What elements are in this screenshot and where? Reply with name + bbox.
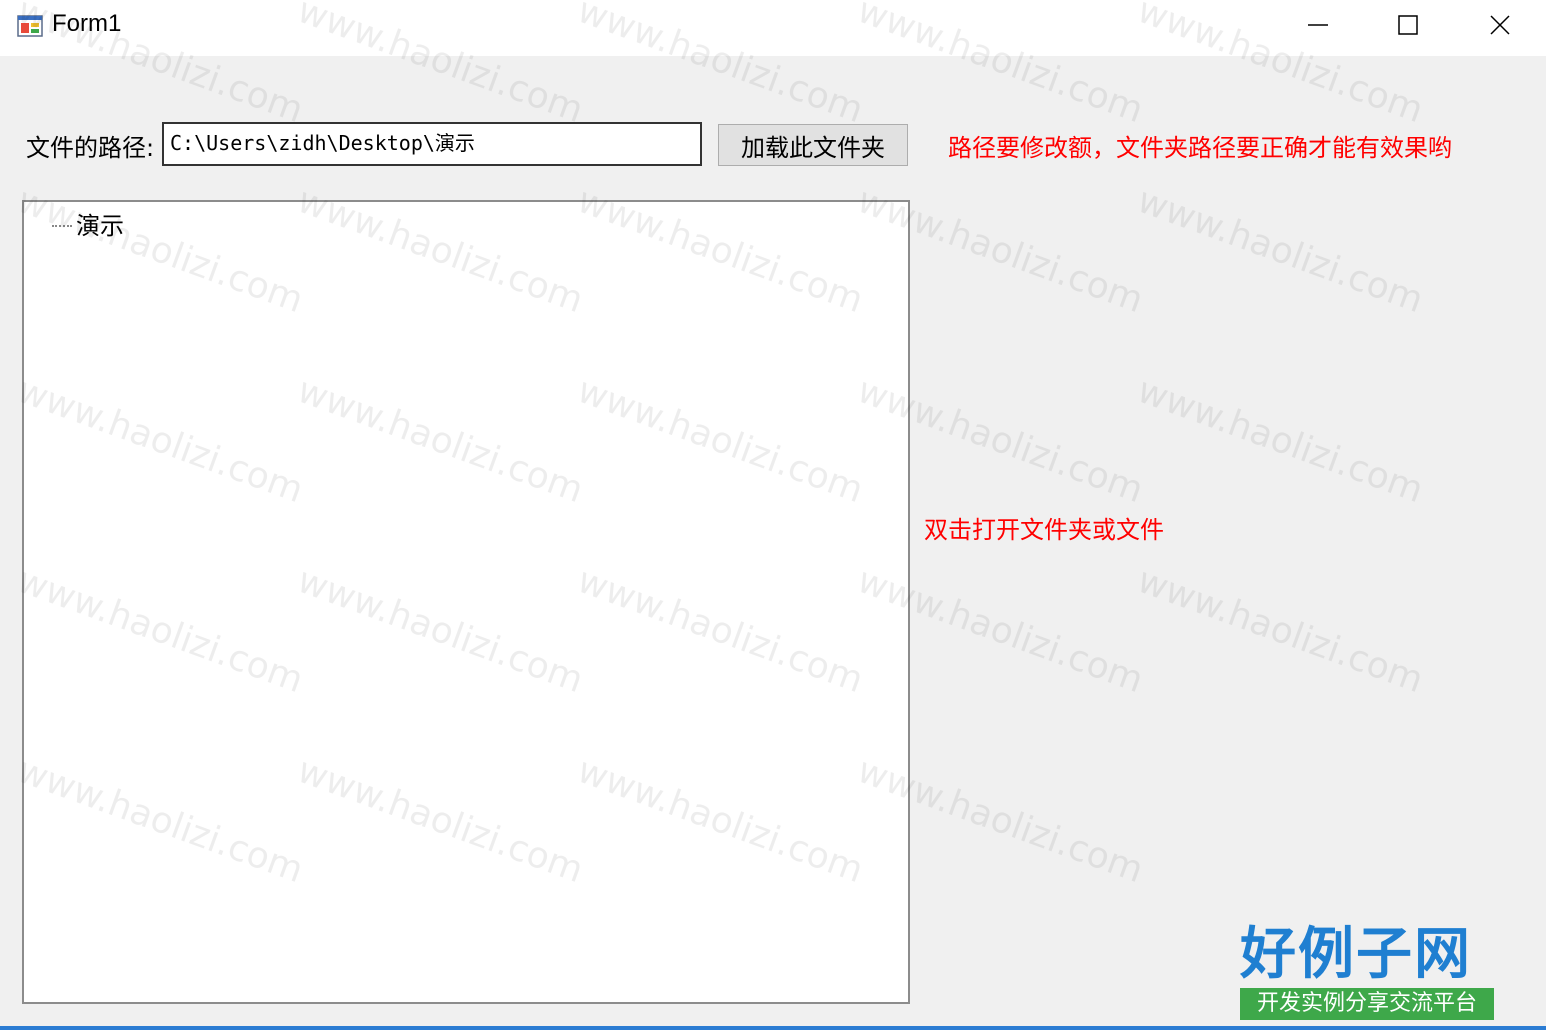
window-bottom-border [0, 1026, 1546, 1030]
load-folder-button[interactable]: 加载此文件夹 [718, 124, 908, 166]
app-icon [17, 15, 43, 37]
tree-node-label: 演示 [76, 212, 124, 240]
watermark-text: www.haolizi.com [1132, 369, 1429, 512]
path-hint-label: 路径要修改额，文件夹路径要正确才能有效果哟 [948, 134, 1452, 162]
logo-sub-text: 开发实例分享交流平台 [1240, 988, 1494, 1020]
minimize-button[interactable] [1272, 0, 1364, 50]
watermark-text: www.haolizi.com [1132, 559, 1429, 702]
path-label: 文件的路径: [26, 134, 155, 162]
minimize-icon [1308, 24, 1328, 26]
maximize-button[interactable] [1362, 0, 1454, 50]
maximize-icon [1398, 15, 1418, 35]
double-click-hint-label: 双击打开文件夹或文件 [924, 516, 1164, 544]
haolizi-logo: 好例子网 开发实例分享交流平台 [1240, 920, 1494, 1020]
window-title: Form1 [52, 10, 122, 37]
logo-main-text: 好例子网 [1240, 921, 1472, 987]
tree-connector [52, 224, 72, 227]
close-button[interactable] [1454, 0, 1546, 50]
close-icon [1490, 15, 1510, 35]
path-input[interactable]: C:\Users\zidh\Desktop\演示 [162, 122, 702, 166]
watermark-text: www.haolizi.com [1132, 179, 1429, 322]
folder-tree-view[interactable]: 演示 [22, 200, 910, 1004]
tree-node[interactable]: 演示 [52, 206, 124, 241]
title-bar: Form1 [0, 0, 1546, 56]
